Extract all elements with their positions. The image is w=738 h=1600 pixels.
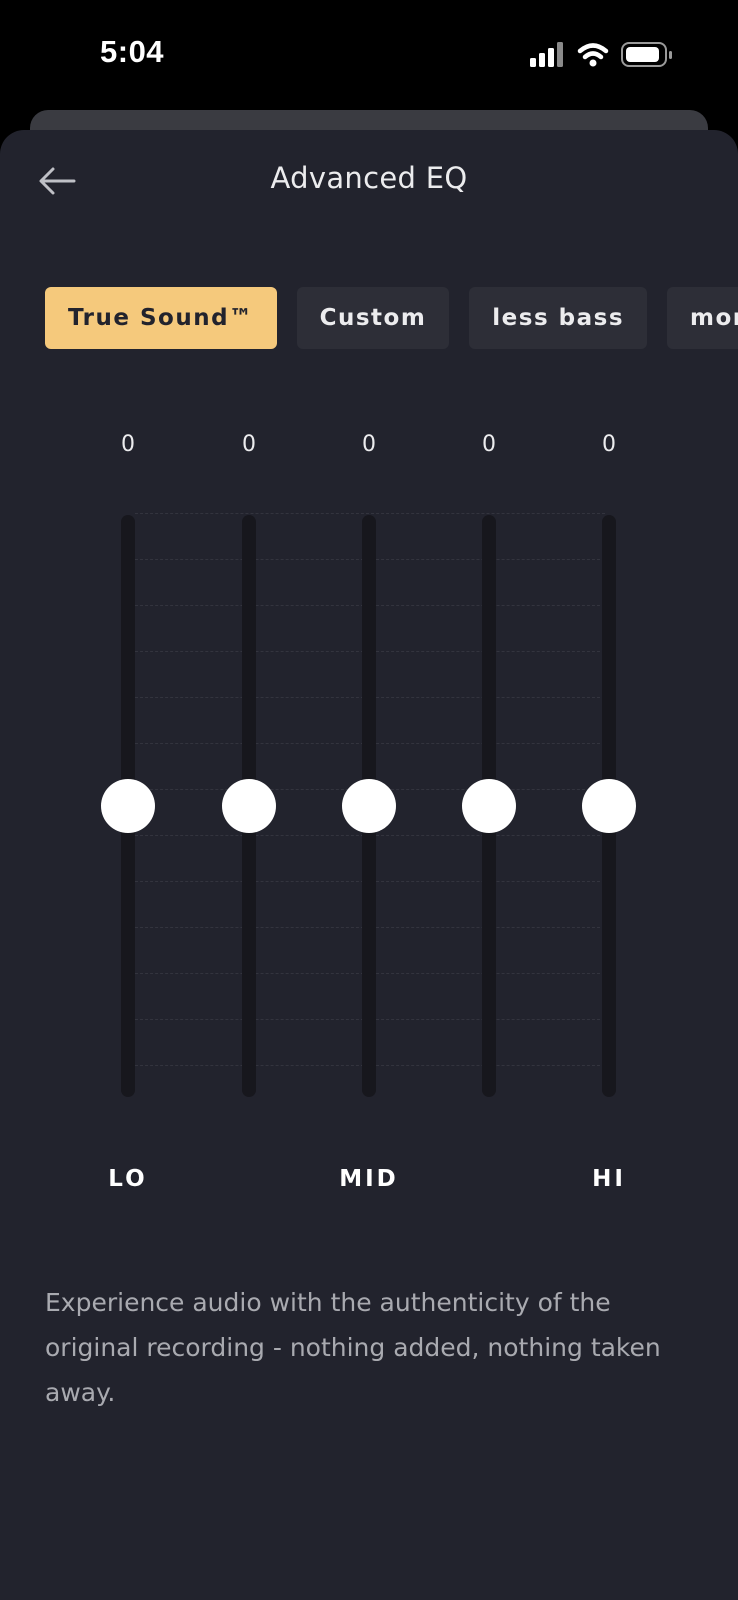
screen: 5:04 Advanced EQ True Sound™ Custom less… (0, 0, 738, 1600)
cellular-signal-icon (530, 42, 563, 67)
band-3-value: 0 (362, 432, 376, 457)
equalizer: 0 0 0 0 0 LO MID HI (0, 420, 738, 1192)
band-1-value: 0 (121, 432, 135, 457)
wifi-icon (577, 43, 609, 67)
preset-list: True Sound™ Custom less bass more bass (45, 287, 738, 349)
band-4-slider-knob[interactable] (462, 779, 516, 833)
status-time: 5:04 (100, 34, 165, 69)
preset-custom[interactable]: Custom (296, 287, 450, 349)
preset-true-sound[interactable]: True Sound™ (45, 287, 277, 349)
grid-line (135, 513, 605, 514)
band-2-value: 0 (242, 432, 256, 457)
band-3-slider-knob[interactable] (342, 779, 396, 833)
preset-description: Experience audio with the authenticity o… (45, 1288, 661, 1407)
band-label-hi: HI (592, 1166, 626, 1192)
preset-less-bass[interactable]: less bass (469, 287, 648, 349)
battery-icon (621, 42, 672, 67)
band-2-slider-knob[interactable] (222, 779, 276, 833)
band-label-mid: MID (339, 1166, 399, 1192)
preset-scroller[interactable]: True Sound™ Custom less bass more bass (45, 287, 738, 349)
preset-more-bass[interactable]: more bass (667, 287, 738, 349)
status-icons (528, 40, 678, 70)
page-title: Advanced EQ (270, 161, 468, 195)
band-1-slider-knob[interactable] (101, 779, 155, 833)
band-5-slider-knob[interactable] (582, 779, 636, 833)
band-label-lo: LO (108, 1166, 148, 1192)
band-5-value: 0 (602, 432, 616, 457)
band-4-value: 0 (482, 432, 496, 457)
